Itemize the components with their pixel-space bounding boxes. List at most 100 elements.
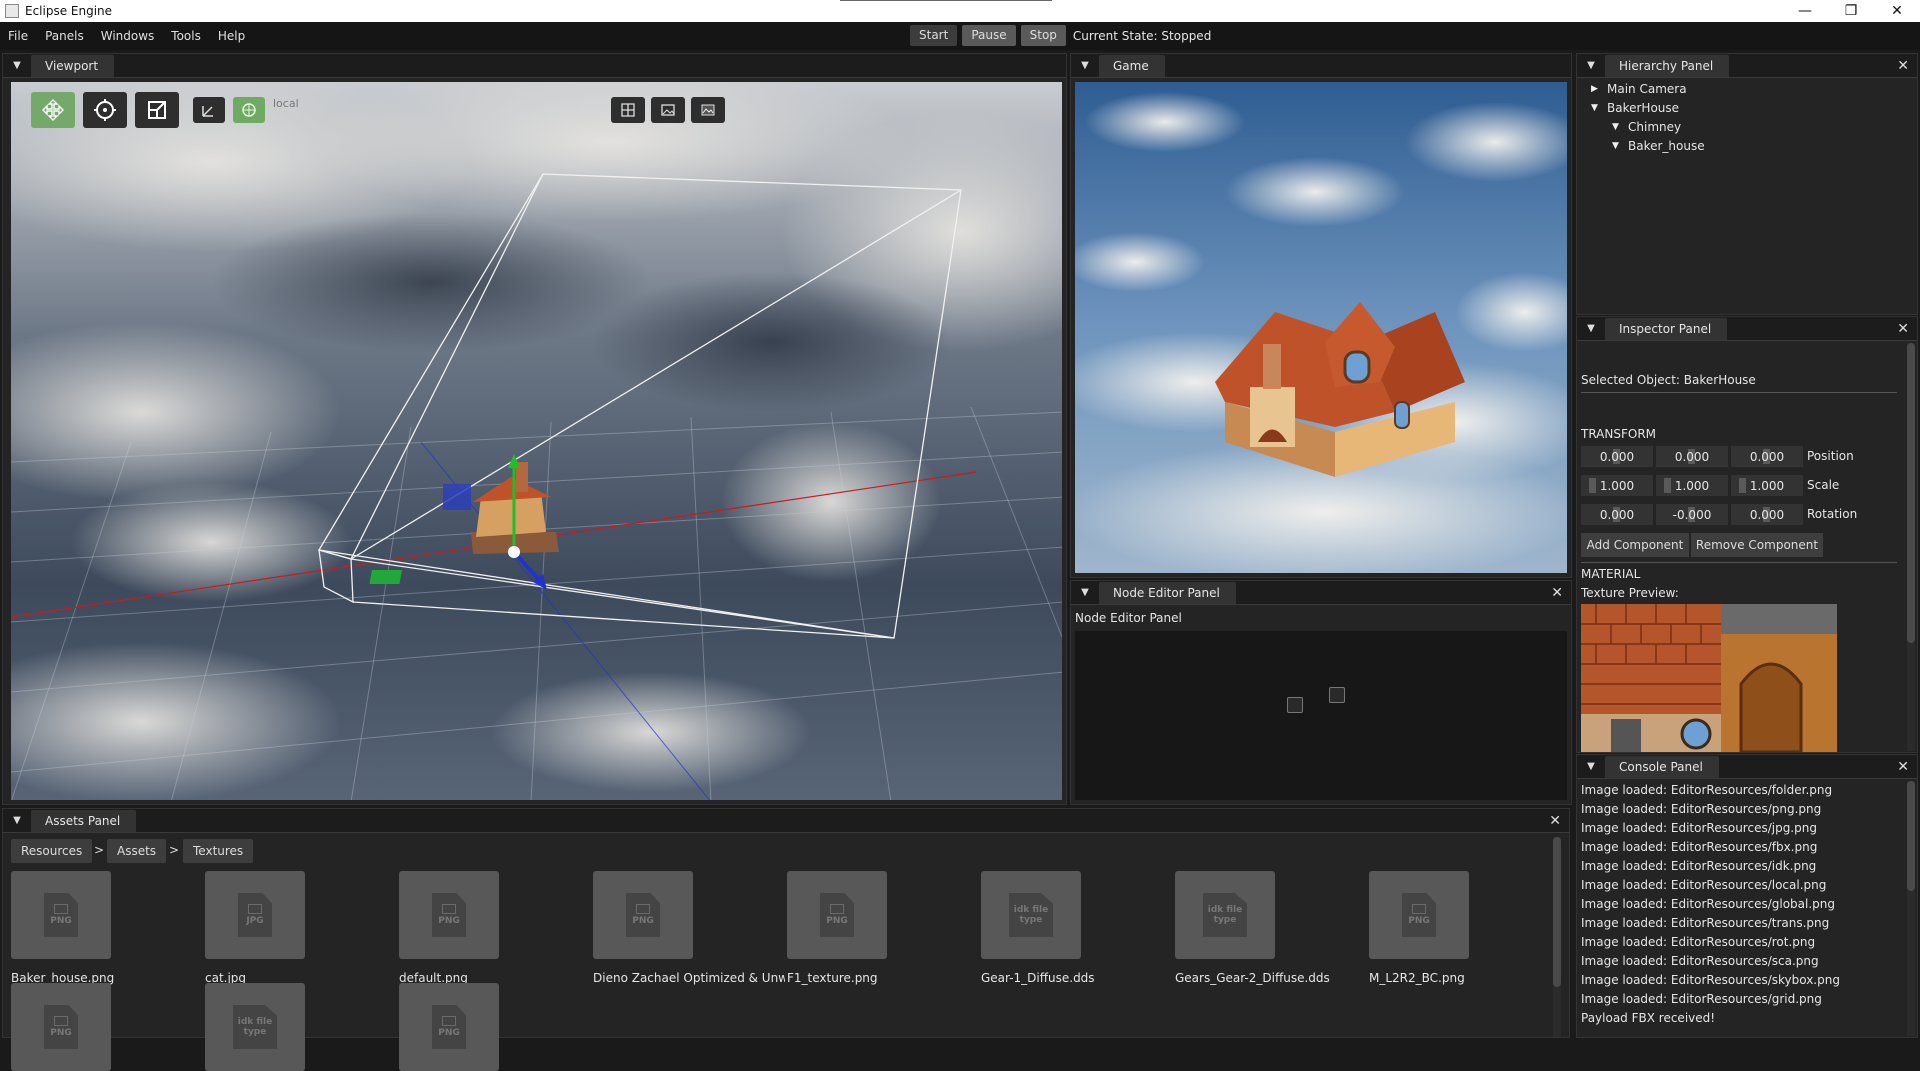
restore-button[interactable]: ❐ [1828,0,1874,22]
close-icon[interactable]: ✕ [1897,58,1909,74]
gizmo-green-plane [369,570,402,584]
console-line: Image loaded: EditorResources/trans.png [1581,916,1830,930]
window-controls: — ❐ ✕ [1782,0,1920,22]
minimize-button[interactable]: — [1782,0,1828,22]
add-component-button[interactable]: Add Component [1581,533,1689,557]
hierarchy-item-chimney[interactable]: ▼ Chimney [1612,120,1681,134]
start-button[interactable]: Start [910,25,958,46]
position-y-field[interactable]: 0.000 [1656,446,1728,467]
scrollbar-thumb[interactable] [1553,837,1561,987]
tab-game[interactable]: Game [1099,55,1165,77]
position-x-field[interactable]: 0.000 [1581,446,1653,467]
collapse-icon[interactable]: ▼ [7,810,27,830]
move-gizmo-icon [42,99,64,121]
console-line: Image loaded: EditorResources/png.png [1581,802,1822,816]
tab-node-editor[interactable]: Node Editor Panel [1099,582,1236,604]
tree-expand-icon[interactable]: ▼ [1612,141,1628,151]
hierarchy-item-baker-house[interactable]: ▼ Baker_house [1612,139,1705,153]
collapse-icon[interactable]: ▼ [1581,756,1601,776]
rotation-y-field[interactable]: -0.000 [1656,504,1728,525]
collapse-icon[interactable]: ▼ [1581,318,1601,338]
render-view-button[interactable] [651,97,685,123]
play-state-label: Current State: Stopped [1072,28,1212,43]
collapse-icon[interactable]: ▼ [1075,55,1095,75]
scene-view[interactable]: local [11,82,1062,800]
pause-button[interactable]: Pause [962,25,1016,46]
node-canvas[interactable] [1075,631,1567,800]
png-file-icon: PNG [787,871,887,959]
rotation-z-field[interactable]: 0.000 [1731,504,1803,525]
hierarchy-header: ▼ Hierarchy Panel ✕ [1577,54,1917,78]
gizmo-blue-plane [443,484,471,510]
hierarchy-item-bakerhouse[interactable]: ▼ BakerHouse [1591,101,1679,115]
grid-toggle-button[interactable] [611,97,645,123]
close-window-button[interactable]: ✕ [1874,0,1920,22]
scene-render [11,82,1062,800]
game-header: ▼ Game [1071,54,1571,78]
scrollbar-thumb[interactable] [1907,343,1915,643]
inspector-header: ▼ Inspector Panel ✕ [1577,317,1917,341]
close-icon[interactable]: ✕ [1549,813,1561,829]
menu-panels[interactable]: Panels [37,29,93,43]
space-mode-label: local [273,97,299,110]
console-scrollbar[interactable] [1907,781,1915,1036]
console-line: Image loaded: EditorResources/folder.png [1581,783,1833,797]
scrollbar-thumb[interactable] [1907,781,1915,891]
scale-tool-button[interactable] [135,92,179,128]
viewport-header: ▼ Viewport [3,54,1066,78]
transform-header: TRANSFORM [1581,427,1657,441]
hierarchy-panel: ▼ Hierarchy Panel ✕ ▶ Main Camera ▼ Bake… [1576,53,1918,315]
local-space-icon [202,106,213,117]
skybox-icon [701,104,715,116]
png-file-icon: PNG [11,983,111,1071]
gizmo-center [508,546,520,558]
collapse-icon[interactable]: ▼ [7,55,27,75]
move-tool-button[interactable] [31,92,75,128]
node-icon[interactable] [1329,687,1345,703]
skybox-toggle-button[interactable] [691,97,725,123]
hierarchy-item-main-camera[interactable]: ▶ Main Camera [1591,82,1687,96]
scale-z-field[interactable]: 1.000 [1731,475,1803,496]
close-icon[interactable]: ✕ [1551,585,1563,601]
tree-expand-icon[interactable]: ▼ [1612,122,1628,132]
assets-scrollbar[interactable] [1553,837,1561,1037]
rotation-x-field[interactable]: 0.000 [1581,504,1653,525]
remove-component-button[interactable]: Remove Component [1691,533,1823,557]
position-label: Position [1807,449,1854,463]
menu-tools[interactable]: Tools [163,29,210,43]
breadcrumb-assets[interactable]: Assets [107,839,167,863]
hierarchy-item-label: Baker_house [1628,139,1705,153]
menu-file[interactable]: File [0,29,37,43]
scale-y-field[interactable]: 1.000 [1656,475,1728,496]
png-file-icon: PNG [1369,871,1469,959]
tab-console[interactable]: Console Panel [1605,756,1719,778]
window-title: Eclipse Engine [25,4,113,18]
scale-x-field[interactable]: 1.000 [1581,475,1653,496]
local-space-button[interactable] [193,97,225,123]
menu-windows[interactable]: Windows [93,29,164,43]
close-icon[interactable]: ✕ [1897,321,1909,337]
close-icon[interactable]: ✕ [1897,759,1909,775]
menu-help[interactable]: Help [210,29,254,43]
position-z-field[interactable]: 0.000 [1731,446,1803,467]
node-icon[interactable] [1287,697,1303,713]
title-bar-divider [840,0,1052,1]
game-view[interactable] [1075,82,1567,573]
tab-viewport[interactable]: Viewport [31,55,115,77]
breadcrumb-textures[interactable]: Textures [183,839,254,863]
tree-expand-icon[interactable]: ▶ [1591,84,1607,94]
console-header: ▼ Console Panel ✕ [1577,755,1917,779]
global-space-button[interactable] [233,97,265,123]
png-file-icon: PNG [593,871,693,959]
unknown-file-icon: idk file type [205,983,305,1071]
collapse-icon[interactable]: ▼ [1075,582,1095,602]
tab-hierarchy[interactable]: Hierarchy Panel [1605,55,1730,77]
breadcrumb-resources[interactable]: Resources [11,839,93,863]
rotate-tool-button[interactable] [83,92,127,128]
inspector-scrollbar[interactable] [1907,343,1915,751]
tree-expand-icon[interactable]: ▼ [1591,103,1607,113]
collapse-icon[interactable]: ▼ [1581,55,1601,75]
tab-inspector[interactable]: Inspector Panel [1605,318,1728,340]
tab-assets[interactable]: Assets Panel [31,810,137,832]
stop-button[interactable]: Stop [1020,25,1066,46]
